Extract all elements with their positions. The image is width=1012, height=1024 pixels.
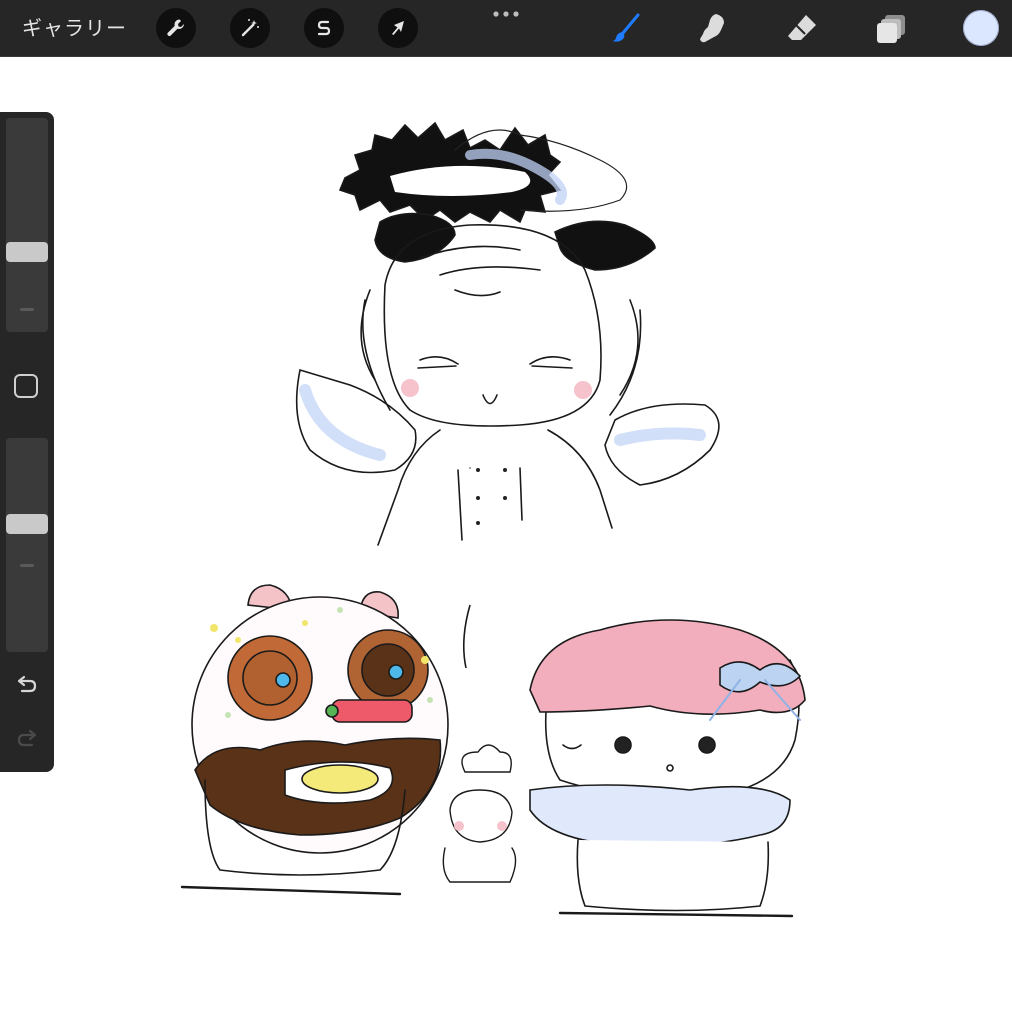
small-sketch-mark (462, 604, 471, 669)
ellipsis-icon[interactable] (490, 9, 522, 19)
layers-tool-button[interactable] (872, 8, 912, 48)
magic-wand-icon (241, 19, 259, 37)
top-toolbar: ギャラリー (0, 0, 1012, 56)
gallery-button[interactable]: ギャラリー (22, 13, 127, 43)
actions-button[interactable] (156, 8, 196, 48)
layers-icon (877, 15, 905, 43)
donut-character-drawing (180, 584, 449, 896)
transform-button[interactable] (378, 8, 418, 48)
small-chef-drawing (442, 467, 517, 883)
brush-tool-button[interactable] (606, 8, 646, 48)
color-picker-button[interactable] (963, 10, 999, 46)
eraser-icon (788, 15, 816, 40)
arrow-cursor-icon (392, 21, 404, 35)
flower-cupcake-character-drawing (529, 619, 806, 918)
wrench-icon (167, 19, 184, 36)
brush-icon (612, 13, 640, 42)
drawing-canvas[interactable] (0, 56, 1012, 1024)
selection-s-icon (317, 20, 331, 36)
adjustments-button[interactable] (230, 8, 270, 48)
selection-button[interactable] (304, 8, 344, 48)
smudge-finger-icon (700, 14, 724, 43)
smudge-tool-button[interactable] (692, 8, 732, 48)
eraser-tool-button[interactable] (782, 8, 822, 48)
angel-character-drawing (295, 121, 720, 546)
